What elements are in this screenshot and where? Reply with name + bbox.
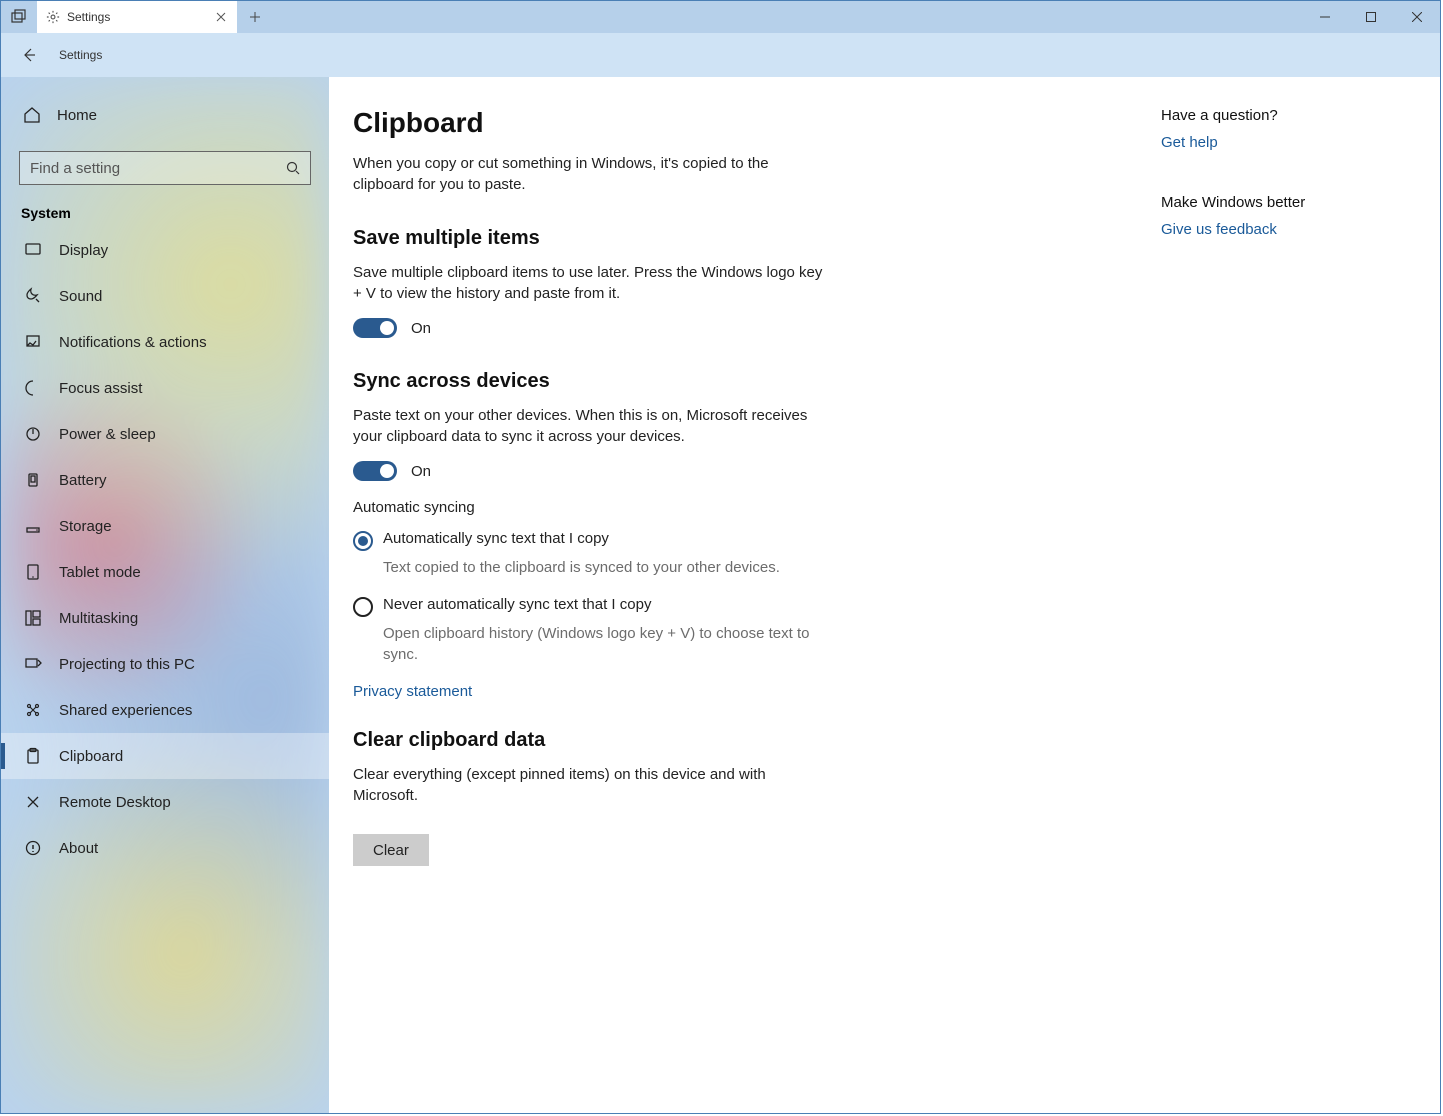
- search-icon: [286, 161, 300, 175]
- sidebar-item-label: Power & sleep: [59, 426, 156, 443]
- sidebar-item-label: Projecting to this PC: [59, 656, 195, 673]
- sidebar-item-label: Battery: [59, 472, 107, 489]
- search-input-container[interactable]: [19, 151, 311, 185]
- sidebar-item-multitasking[interactable]: Multitasking: [1, 595, 329, 641]
- remote-desktop-icon: [23, 793, 43, 811]
- page-title: Clipboard: [353, 107, 823, 139]
- intro-text: When you copy or cut something in Window…: [353, 153, 813, 195]
- make-better-heading: Make Windows better: [1161, 194, 1416, 211]
- clear-desc: Clear everything (except pinned items) o…: [353, 764, 823, 806]
- get-help-link[interactable]: Get help: [1161, 134, 1218, 151]
- tab-close-button[interactable]: [213, 9, 229, 25]
- save-multiple-toggle[interactable]: [353, 318, 397, 338]
- settings-icon: [45, 9, 61, 25]
- sidebar-item-label: Clipboard: [59, 748, 123, 765]
- sidebar-item-label: Focus assist: [59, 380, 142, 397]
- radio-never-sync[interactable]: Never automatically sync text that I cop…: [353, 596, 823, 617]
- battery-icon: [23, 471, 43, 489]
- save-multiple-heading: Save multiple items: [353, 227, 823, 250]
- sidebar-item-storage[interactable]: Storage: [1, 503, 329, 549]
- home-label: Home: [57, 107, 97, 124]
- back-button[interactable]: [9, 33, 49, 77]
- new-tab-button[interactable]: [237, 1, 273, 33]
- sidebar-item-about[interactable]: About: [1, 825, 329, 871]
- sidebar-item-label: Shared experiences: [59, 702, 192, 719]
- radio-auto-sync[interactable]: Automatically sync text that I copy: [353, 530, 823, 551]
- section-header: System: [1, 195, 329, 227]
- sync-heading: Sync across devices: [353, 370, 823, 393]
- sidebar-item-label: Storage: [59, 518, 112, 535]
- toolbar: Settings: [1, 33, 1440, 77]
- home-nav[interactable]: Home: [1, 93, 329, 137]
- sidebar-item-battery[interactable]: Battery: [1, 457, 329, 503]
- main-content: Clipboard When you copy or cut something…: [329, 77, 1440, 1113]
- save-multiple-toggle-label: On: [411, 320, 431, 337]
- sidebar-item-label: Sound: [59, 288, 102, 305]
- tab-title: Settings: [67, 10, 207, 24]
- sidebar-item-display[interactable]: Display: [1, 227, 329, 273]
- sidebar-item-shared-experiences[interactable]: Shared experiences: [1, 687, 329, 733]
- shared-experiences-icon: [23, 701, 43, 719]
- sidebar-item-focus-assist[interactable]: Focus assist: [1, 365, 329, 411]
- storage-icon: [23, 517, 43, 535]
- right-column: Have a question? Get help Make Windows b…: [1161, 107, 1416, 1089]
- sync-toggle[interactable]: [353, 461, 397, 481]
- multitasking-icon: [23, 609, 43, 627]
- clipboard-icon: [23, 747, 43, 765]
- sidebar-item-label: About: [59, 840, 98, 857]
- radio-never-sync-label: Never automatically sync text that I cop…: [383, 596, 651, 613]
- toolbar-title: Settings: [59, 48, 102, 62]
- projecting-icon: [23, 655, 43, 673]
- save-multiple-desc: Save multiple clipboard items to use lat…: [353, 262, 823, 304]
- radio-button-icon: [353, 597, 373, 617]
- sidebar-item-label: Multitasking: [59, 610, 138, 627]
- tab-settings[interactable]: Settings: [37, 1, 237, 33]
- sidebar-item-tablet-mode[interactable]: Tablet mode: [1, 549, 329, 595]
- clear-heading: Clear clipboard data: [353, 729, 823, 752]
- sidebar-item-sound[interactable]: Sound: [1, 273, 329, 319]
- feedback-link[interactable]: Give us feedback: [1161, 221, 1277, 238]
- sidebar-item-projecting[interactable]: Projecting to this PC: [1, 641, 329, 687]
- auto-sync-heading: Automatic syncing: [353, 499, 823, 516]
- radio-button-icon: [353, 531, 373, 551]
- sound-icon: [23, 287, 43, 305]
- clear-button[interactable]: Clear: [353, 834, 429, 866]
- sidebar-item-notifications[interactable]: Notifications & actions: [1, 319, 329, 365]
- notifications-icon: [23, 333, 43, 351]
- have-question-heading: Have a question?: [1161, 107, 1416, 124]
- search-input[interactable]: [30, 160, 286, 177]
- sidebar-item-clipboard[interactable]: Clipboard: [1, 733, 329, 779]
- radio-auto-sync-desc: Text copied to the clipboard is synced t…: [383, 557, 823, 578]
- titlebar: Settings: [1, 1, 1440, 33]
- close-button[interactable]: [1394, 1, 1440, 33]
- sidebar-item-label: Display: [59, 242, 108, 259]
- sidebar-item-label: Tablet mode: [59, 564, 141, 581]
- sync-toggle-label: On: [411, 463, 431, 480]
- sidebar: Home System Display Sound Notifications & …: [1, 77, 329, 1113]
- sidebar-item-power-sleep[interactable]: Power & sleep: [1, 411, 329, 457]
- sidebar-item-label: Remote Desktop: [59, 794, 171, 811]
- multitask-icon[interactable]: [1, 9, 37, 25]
- focus-assist-icon: [23, 379, 43, 397]
- sync-desc: Paste text on your other devices. When t…: [353, 405, 823, 447]
- radio-auto-sync-label: Automatically sync text that I copy: [383, 530, 609, 547]
- maximize-button[interactable]: [1348, 1, 1394, 33]
- privacy-statement-link[interactable]: Privacy statement: [353, 683, 472, 700]
- minimize-button[interactable]: [1302, 1, 1348, 33]
- sidebar-item-remote-desktop[interactable]: Remote Desktop: [1, 779, 329, 825]
- home-icon: [23, 106, 43, 124]
- radio-never-sync-desc: Open clipboard history (Windows logo key…: [383, 623, 823, 665]
- about-icon: [23, 839, 43, 857]
- power-sleep-icon: [23, 425, 43, 443]
- sidebar-item-label: Notifications & actions: [59, 334, 207, 351]
- tablet-mode-icon: [23, 563, 43, 581]
- display-icon: [23, 241, 43, 259]
